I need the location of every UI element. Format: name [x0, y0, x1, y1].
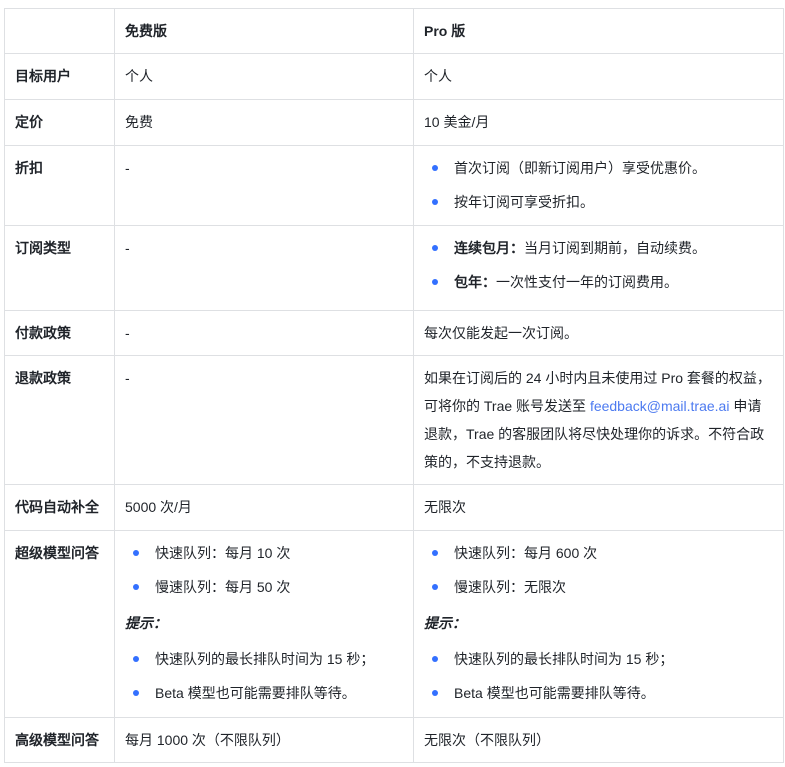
- list-item: Beta 模型也可能需要排队等待。: [424, 679, 771, 707]
- list-item: 慢速队列：每月 50 次: [125, 573, 401, 601]
- feedback-email-link[interactable]: feedback@mail.trae.ai: [590, 398, 730, 414]
- column-header-free: 免费版: [115, 9, 414, 54]
- cell-pro-discount: 首次订阅（即新订阅用户）享受优惠价。 按年订阅可享受折扣。: [414, 146, 784, 226]
- cell-free-super-model-qa: 快速队列：每月 10 次 慢速队列：每月 50 次 提示： 快速队列的最长排队时…: [115, 531, 414, 718]
- table-row-payment-policy: 付款政策 - 每次仅能发起一次订阅。: [5, 311, 784, 356]
- row-label-refund-policy: 退款政策: [5, 356, 115, 485]
- row-label-advanced-model-qa: 高级模型问答: [5, 718, 115, 763]
- corner-cell: [5, 9, 115, 54]
- cell-free-target-users: 个人: [115, 54, 414, 100]
- row-label-subscription-type: 订阅类型: [5, 226, 115, 311]
- list-item: 快速队列：每月 600 次: [424, 539, 771, 567]
- cell-free-refund-policy: -: [115, 356, 414, 485]
- row-label-target-users: 目标用户: [5, 54, 115, 100]
- list-item: 慢速队列：无限次: [424, 573, 771, 601]
- cell-free-payment-policy: -: [115, 311, 414, 356]
- row-label-super-model-qa: 超级模型问答: [5, 531, 115, 718]
- cell-pro-payment-policy: 每次仅能发起一次订阅。: [414, 311, 784, 356]
- column-header-pro: Pro 版: [414, 9, 784, 54]
- cell-free-subscription-type: -: [115, 226, 414, 311]
- row-label-discount: 折扣: [5, 146, 115, 226]
- list-item: 包年：一次性支付一年的订阅费用。: [424, 268, 771, 296]
- list-item: 快速队列的最长排队时间为 15 秒；: [125, 645, 401, 673]
- cell-pro-subscription-type: 连续包月：当月订阅到期前，自动续费。 包年：一次性支付一年的订阅费用。: [414, 226, 784, 311]
- cell-free-advanced-model-qa: 每月 1000 次（不限队列）: [115, 718, 414, 763]
- row-label-code-completion: 代码自动补全: [5, 485, 115, 531]
- table-row-discount: 折扣 - 首次订阅（即新订阅用户）享受优惠价。 按年订阅可享受折扣。: [5, 146, 784, 226]
- cell-pro-pricing: 10 美金/月: [414, 100, 784, 146]
- cell-free-discount: -: [115, 146, 414, 226]
- list-item: Beta 模型也可能需要排队等待。: [125, 679, 401, 707]
- table-row-super-model-qa: 超级模型问答 快速队列：每月 10 次 慢速队列：每月 50 次 提示： 快速队…: [5, 531, 784, 718]
- table-row-advanced-model-qa: 高级模型问答 每月 1000 次（不限队列） 无限次（不限队列）: [5, 718, 784, 763]
- note-label: 提示：: [424, 609, 771, 637]
- list-item: 按年订阅可享受折扣。: [424, 188, 771, 216]
- table-row-code-completion: 代码自动补全 5000 次/月 无限次: [5, 485, 784, 531]
- list-item: 快速队列：每月 10 次: [125, 539, 401, 567]
- table-row-subscription-type: 订阅类型 - 连续包月：当月订阅到期前，自动续费。 包年：一次性支付一年的订阅费…: [5, 226, 784, 311]
- note-label: 提示：: [125, 609, 401, 637]
- cell-pro-target-users: 个人: [414, 54, 784, 100]
- cell-free-pricing: 免费: [115, 100, 414, 146]
- list-item: 连续包月：当月订阅到期前，自动续费。: [424, 234, 771, 262]
- list-item-lead: 连续包月：: [454, 240, 524, 256]
- cell-pro-super-model-qa: 快速队列：每月 600 次 慢速队列：无限次 提示： 快速队列的最长排队时间为 …: [414, 531, 784, 718]
- pricing-comparison-table: 免费版 Pro 版 目标用户 个人 个人 定价 免费 10 美金/月 折扣 - …: [4, 8, 784, 763]
- list-item-text: 一次性支付一年的订阅费用。: [496, 274, 678, 290]
- cell-pro-code-completion: 无限次: [414, 485, 784, 531]
- table-row-target-users: 目标用户 个人 个人: [5, 54, 784, 100]
- cell-pro-refund-policy: 如果在订阅后的 24 小时内且未使用过 Pro 套餐的权益，可将你的 Trae …: [414, 356, 784, 485]
- table-row-refund-policy: 退款政策 - 如果在订阅后的 24 小时内且未使用过 Pro 套餐的权益，可将你…: [5, 356, 784, 485]
- cell-free-code-completion: 5000 次/月: [115, 485, 414, 531]
- row-label-payment-policy: 付款政策: [5, 311, 115, 356]
- list-item-lead: 包年：: [454, 274, 496, 290]
- list-item: 快速队列的最长排队时间为 15 秒；: [424, 645, 771, 673]
- list-item-text: 当月订阅到期前，自动续费。: [524, 240, 706, 256]
- table-row-pricing: 定价 免费 10 美金/月: [5, 100, 784, 146]
- list-item: 首次订阅（即新订阅用户）享受优惠价。: [424, 154, 771, 182]
- header-row: 免费版 Pro 版: [5, 9, 784, 54]
- row-label-pricing: 定价: [5, 100, 115, 146]
- cell-pro-advanced-model-qa: 无限次（不限队列）: [414, 718, 784, 763]
